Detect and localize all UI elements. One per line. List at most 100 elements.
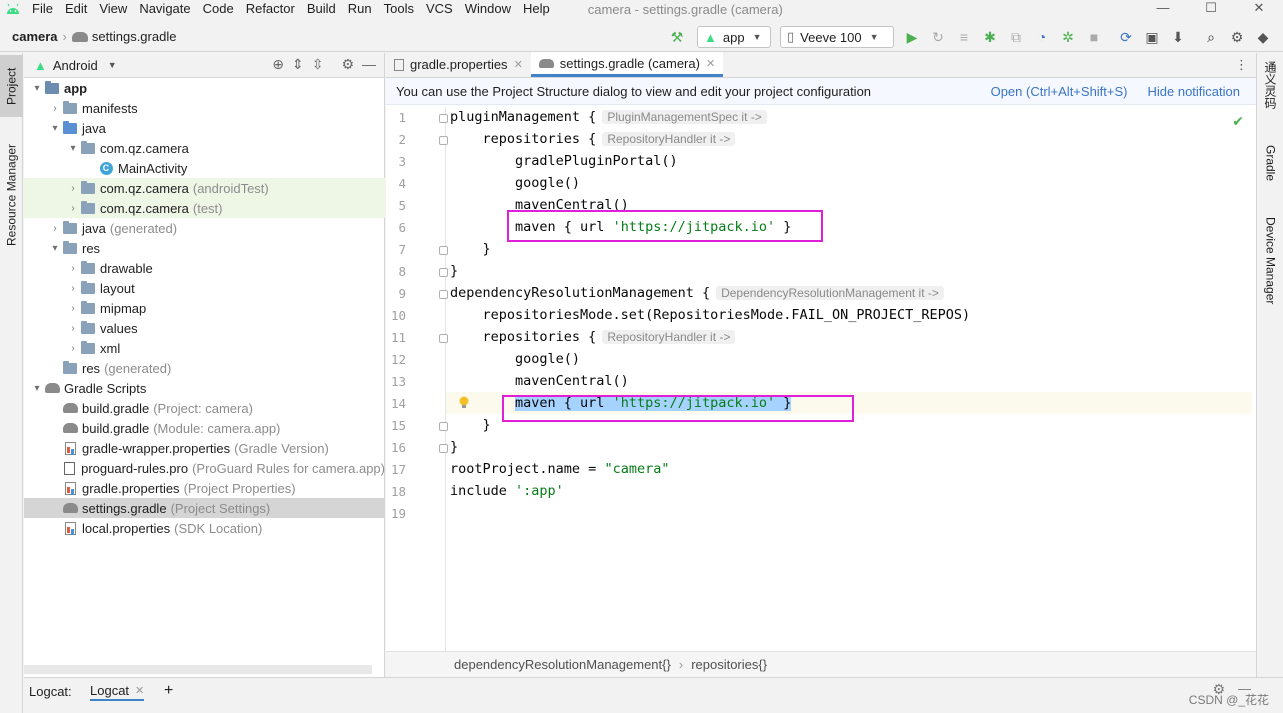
tree-row[interactable]: ▾ com.qz.camera: [24, 138, 385, 158]
maximize-button[interactable]: ☐: [1187, 0, 1235, 18]
code-area[interactable]: 1 2 3 4 5 6 7 8 9 10 11 12 13 14 15 16 1…: [386, 106, 1256, 651]
sdk-manager-icon[interactable]: ⬇: [1169, 28, 1187, 46]
hammer-build-icon[interactable]: ⚒: [668, 28, 686, 46]
fold-icon[interactable]: [439, 422, 448, 431]
chevron-right-icon[interactable]: ›: [66, 303, 80, 314]
chevron-right-icon[interactable]: ›: [66, 343, 80, 354]
tree-row[interactable]: › com.qz.camera (test): [24, 198, 385, 218]
chevron-down-icon[interactable]: ▾: [48, 123, 62, 134]
tree-row[interactable]: ▾ res: [24, 238, 385, 258]
fold-icon[interactable]: [439, 444, 448, 453]
tree-row[interactable]: › drawable: [24, 258, 385, 278]
tab-gradle[interactable]: Gradle: [1259, 145, 1282, 197]
tree-row[interactable]: › manifests: [24, 98, 385, 118]
attach-debugger-icon[interactable]: ⧉: [1007, 28, 1025, 46]
run-icon[interactable]: ▶: [903, 28, 921, 46]
device-select[interactable]: ▯ Veeve 100 ▼: [780, 26, 894, 48]
tree-row[interactable]: build.gradle (Module: camera.app): [24, 418, 385, 438]
debug-icon[interactable]: ✱: [981, 28, 999, 46]
sync-gradle-icon[interactable]: ⟳: [1117, 28, 1135, 46]
breadcrumb-file[interactable]: settings.gradle: [92, 29, 177, 44]
chevron-right-icon[interactable]: ›: [66, 263, 80, 274]
gear-icon[interactable]: ⚙: [1228, 28, 1246, 46]
minimize-button[interactable]: —: [1139, 0, 1187, 18]
horizontal-scrollbar[interactable]: [24, 665, 372, 674]
tab-project[interactable]: Project: [0, 55, 23, 117]
close-icon[interactable]: ✕: [514, 58, 523, 71]
fold-icon[interactable]: [439, 290, 448, 299]
gear-icon[interactable]: ⚙: [341, 56, 354, 73]
locate-icon[interactable]: ⊕: [272, 56, 284, 73]
menu-edit[interactable]: Edit: [59, 0, 93, 18]
fold-icon[interactable]: [439, 136, 448, 145]
tree-row[interactable]: › xml: [24, 338, 385, 358]
fold-icon[interactable]: [439, 246, 448, 255]
chevron-right-icon[interactable]: ›: [66, 183, 80, 194]
open-project-structure-link[interactable]: Open (Ctrl+Alt+Shift+S): [991, 84, 1128, 99]
close-icon[interactable]: ✕: [135, 684, 144, 697]
collapse-all-icon[interactable]: ⇳: [312, 56, 324, 73]
chevron-right-icon[interactable]: ›: [66, 283, 80, 294]
chevron-right-icon[interactable]: ›: [66, 203, 80, 214]
menu-tools[interactable]: Tools: [378, 0, 420, 18]
menu-code[interactable]: Code: [197, 0, 240, 18]
chevron-down-icon[interactable]: ▾: [30, 83, 44, 94]
tree-row[interactable]: › com.qz.camera (androidTest): [24, 178, 385, 198]
project-view-mode[interactable]: Android: [53, 58, 98, 73]
tree-row[interactable]: local.properties (SDK Location): [24, 518, 385, 538]
tab-gradle-properties[interactable]: gradle.properties ✕: [386, 52, 531, 77]
breadcrumb-item[interactable]: dependencyResolutionManagement{}: [454, 657, 671, 672]
tab-resource-manager[interactable]: Resource Manager: [0, 133, 23, 257]
tree-row[interactable]: res (generated): [24, 358, 385, 378]
profile-icon[interactable]: ◔: [1033, 28, 1051, 46]
breadcrumb-item[interactable]: repositories{}: [691, 657, 767, 672]
tree-row[interactable]: ▾ java: [24, 118, 385, 138]
chevron-right-icon[interactable]: ›: [48, 223, 62, 234]
breadcrumb-project[interactable]: camera: [12, 29, 58, 44]
menu-refactor[interactable]: Refactor: [240, 0, 301, 18]
expand-all-icon[interactable]: ⇕: [292, 56, 304, 73]
tab-settings-gradle[interactable]: settings.gradle (camera) ✕: [530, 52, 724, 77]
lightbulb-icon[interactable]: [458, 396, 470, 410]
tree-row[interactable]: proguard-rules.pro (ProGuard Rules for ca…: [24, 458, 385, 478]
tree-row[interactable]: ▾ app: [24, 78, 385, 98]
hide-icon[interactable]: —: [362, 56, 376, 73]
chevron-down-icon[interactable]: ▾: [66, 143, 80, 154]
menu-file[interactable]: File: [26, 0, 59, 18]
tree-row[interactable]: C MainActivity: [24, 158, 385, 178]
chevron-down-icon[interactable]: ▾: [30, 383, 44, 394]
chevron-right-icon[interactable]: ›: [48, 103, 62, 114]
tree-row[interactable]: › values: [24, 318, 385, 338]
menu-help[interactable]: Help: [517, 0, 556, 18]
tree-row[interactable]: › java (generated): [24, 218, 385, 238]
tree-row[interactable]: ▾ Gradle Scripts: [24, 378, 385, 398]
menu-build[interactable]: Build: [301, 0, 342, 18]
run-config-select[interactable]: ▲ app ▼: [697, 26, 771, 48]
close-icon[interactable]: ✕: [706, 57, 715, 70]
chevron-down-icon[interactable]: ▾: [48, 243, 62, 254]
tree-row[interactable]: settings.gradle (Project Settings): [24, 498, 385, 518]
menu-view[interactable]: View: [93, 0, 133, 18]
chevron-right-icon[interactable]: ›: [66, 323, 80, 334]
tab-device-manager[interactable]: Device Manager: [1259, 217, 1282, 321]
tree-row[interactable]: gradle-wrapper.properties (Gradle Version…: [24, 438, 385, 458]
menu-run[interactable]: Run: [342, 0, 378, 18]
tab-logcat[interactable]: Logcat ✕: [90, 681, 145, 701]
more-icon[interactable]: ⋮: [1235, 57, 1248, 73]
fold-icon[interactable]: [439, 334, 448, 343]
rerun-icon[interactable]: ↻: [929, 28, 947, 46]
ide-logo-icon[interactable]: ◆: [1254, 28, 1272, 46]
tree-row[interactable]: › mipmap: [24, 298, 385, 318]
menu-navigate[interactable]: Navigate: [133, 0, 196, 18]
attach-process-icon[interactable]: ✲: [1059, 28, 1077, 46]
fold-icon[interactable]: [439, 268, 448, 277]
close-button[interactable]: ✕: [1235, 0, 1283, 18]
menu-vcs[interactable]: VCS: [420, 0, 459, 18]
chevron-down-icon[interactable]: ▼: [108, 60, 117, 70]
tree-row[interactable]: › layout: [24, 278, 385, 298]
hide-notification-link[interactable]: Hide notification: [1148, 84, 1241, 99]
fold-icon[interactable]: [439, 114, 448, 123]
tree-row[interactable]: build.gradle (Project: camera): [24, 398, 385, 418]
stop-icon[interactable]: ■: [1085, 28, 1103, 46]
search-icon[interactable]: ⌕: [1202, 28, 1220, 46]
